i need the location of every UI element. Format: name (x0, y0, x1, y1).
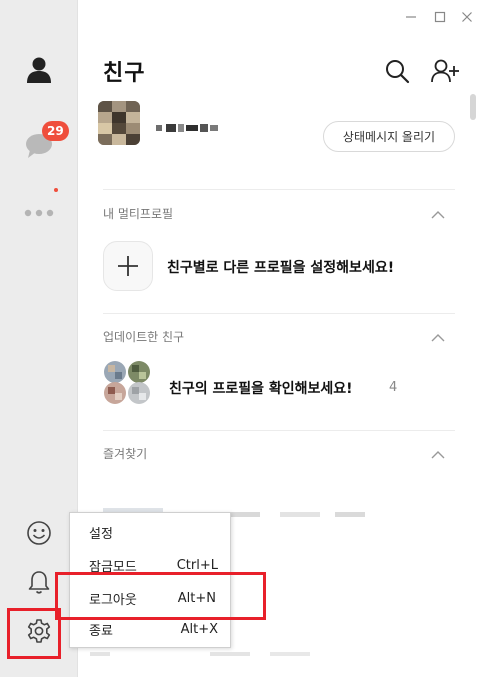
menu-item-exit[interactable]: 종료 Alt+X (70, 615, 230, 643)
menu-item-logout[interactable]: 로그아웃 Alt+N (70, 584, 230, 612)
divider (103, 313, 455, 314)
section-title-updated-friends: 업데이트한 친구 (103, 330, 185, 344)
menu-item-lock-mode[interactable]: 잠금모드 Ctrl+L (70, 551, 230, 579)
chevron-up-icon[interactable] (430, 450, 446, 460)
profile-name (156, 118, 220, 132)
avatar[interactable] (98, 101, 140, 145)
page-title: 친구 (103, 61, 146, 86)
menu-item-shortcut: Alt+N (177, 590, 216, 606)
smiley-icon (27, 521, 51, 545)
menu-item-label: 설정 (89, 526, 113, 542)
search-icon (386, 60, 410, 84)
menu-item-shortcut: Alt+X (180, 621, 218, 637)
plus-icon (118, 256, 138, 276)
updated-friends-count: 4 (389, 380, 398, 395)
updated-friends-avatars[interactable] (102, 360, 152, 404)
divider (103, 430, 455, 431)
chats-unread-badge: 29 (42, 121, 69, 141)
maximize-button[interactable] (431, 8, 449, 26)
section-title-multi-profile: 내 멀티프로필 (103, 207, 174, 221)
status-message-button[interactable]: 상태메시지 올리기 (323, 121, 455, 152)
menu-item-label: 종료 (89, 623, 113, 639)
multi-profile-prompt[interactable]: 친구별로 다른 프로필을 설정해보세요! (167, 257, 394, 277)
close-icon (462, 12, 472, 22)
divider (103, 189, 455, 190)
menu-item-label: 잠금모드 (89, 559, 137, 575)
updated-friends-prompt[interactable]: 친구의 프로필을 확인해보세요! (169, 378, 353, 398)
sidebar-item-notifications[interactable] (0, 557, 78, 607)
minimize-icon (406, 16, 416, 18)
menu-item-shortcut: Ctrl+L (176, 557, 218, 573)
section-title-favorites: 즐겨찾기 (103, 447, 148, 461)
sidebar-item-more[interactable] (0, 188, 78, 238)
chevron-up-icon[interactable] (430, 210, 446, 220)
blurred-row (90, 652, 310, 656)
add-friend-icon (431, 59, 459, 83)
chevron-up-icon[interactable] (430, 333, 446, 343)
more-new-dot (54, 188, 58, 192)
minimize-button[interactable] (402, 8, 420, 26)
settings-context-menu: 설정 잠금모드 Ctrl+L 로그아웃 Alt+N 종료 Alt+X (69, 512, 231, 648)
add-multi-profile-button[interactable] (103, 241, 153, 291)
scrollbar-thumb[interactable] (470, 94, 476, 120)
add-friend-button[interactable] (430, 56, 460, 86)
menu-item-settings[interactable]: 설정 (70, 518, 230, 546)
maximize-icon (434, 11, 446, 23)
menu-item-label: 로그아웃 (89, 592, 137, 608)
sidebar: 29 (0, 0, 78, 677)
sidebar-item-emoticon[interactable] (0, 508, 78, 558)
bell-icon (28, 571, 50, 594)
sidebar-item-friends[interactable] (0, 45, 78, 95)
avatar-image (98, 101, 140, 145)
more-dots-icon (24, 209, 54, 217)
person-icon (27, 57, 51, 83)
gear-icon (27, 619, 51, 643)
close-button[interactable] (458, 8, 476, 26)
search-button[interactable] (382, 56, 412, 86)
sidebar-item-settings[interactable] (0, 606, 78, 656)
